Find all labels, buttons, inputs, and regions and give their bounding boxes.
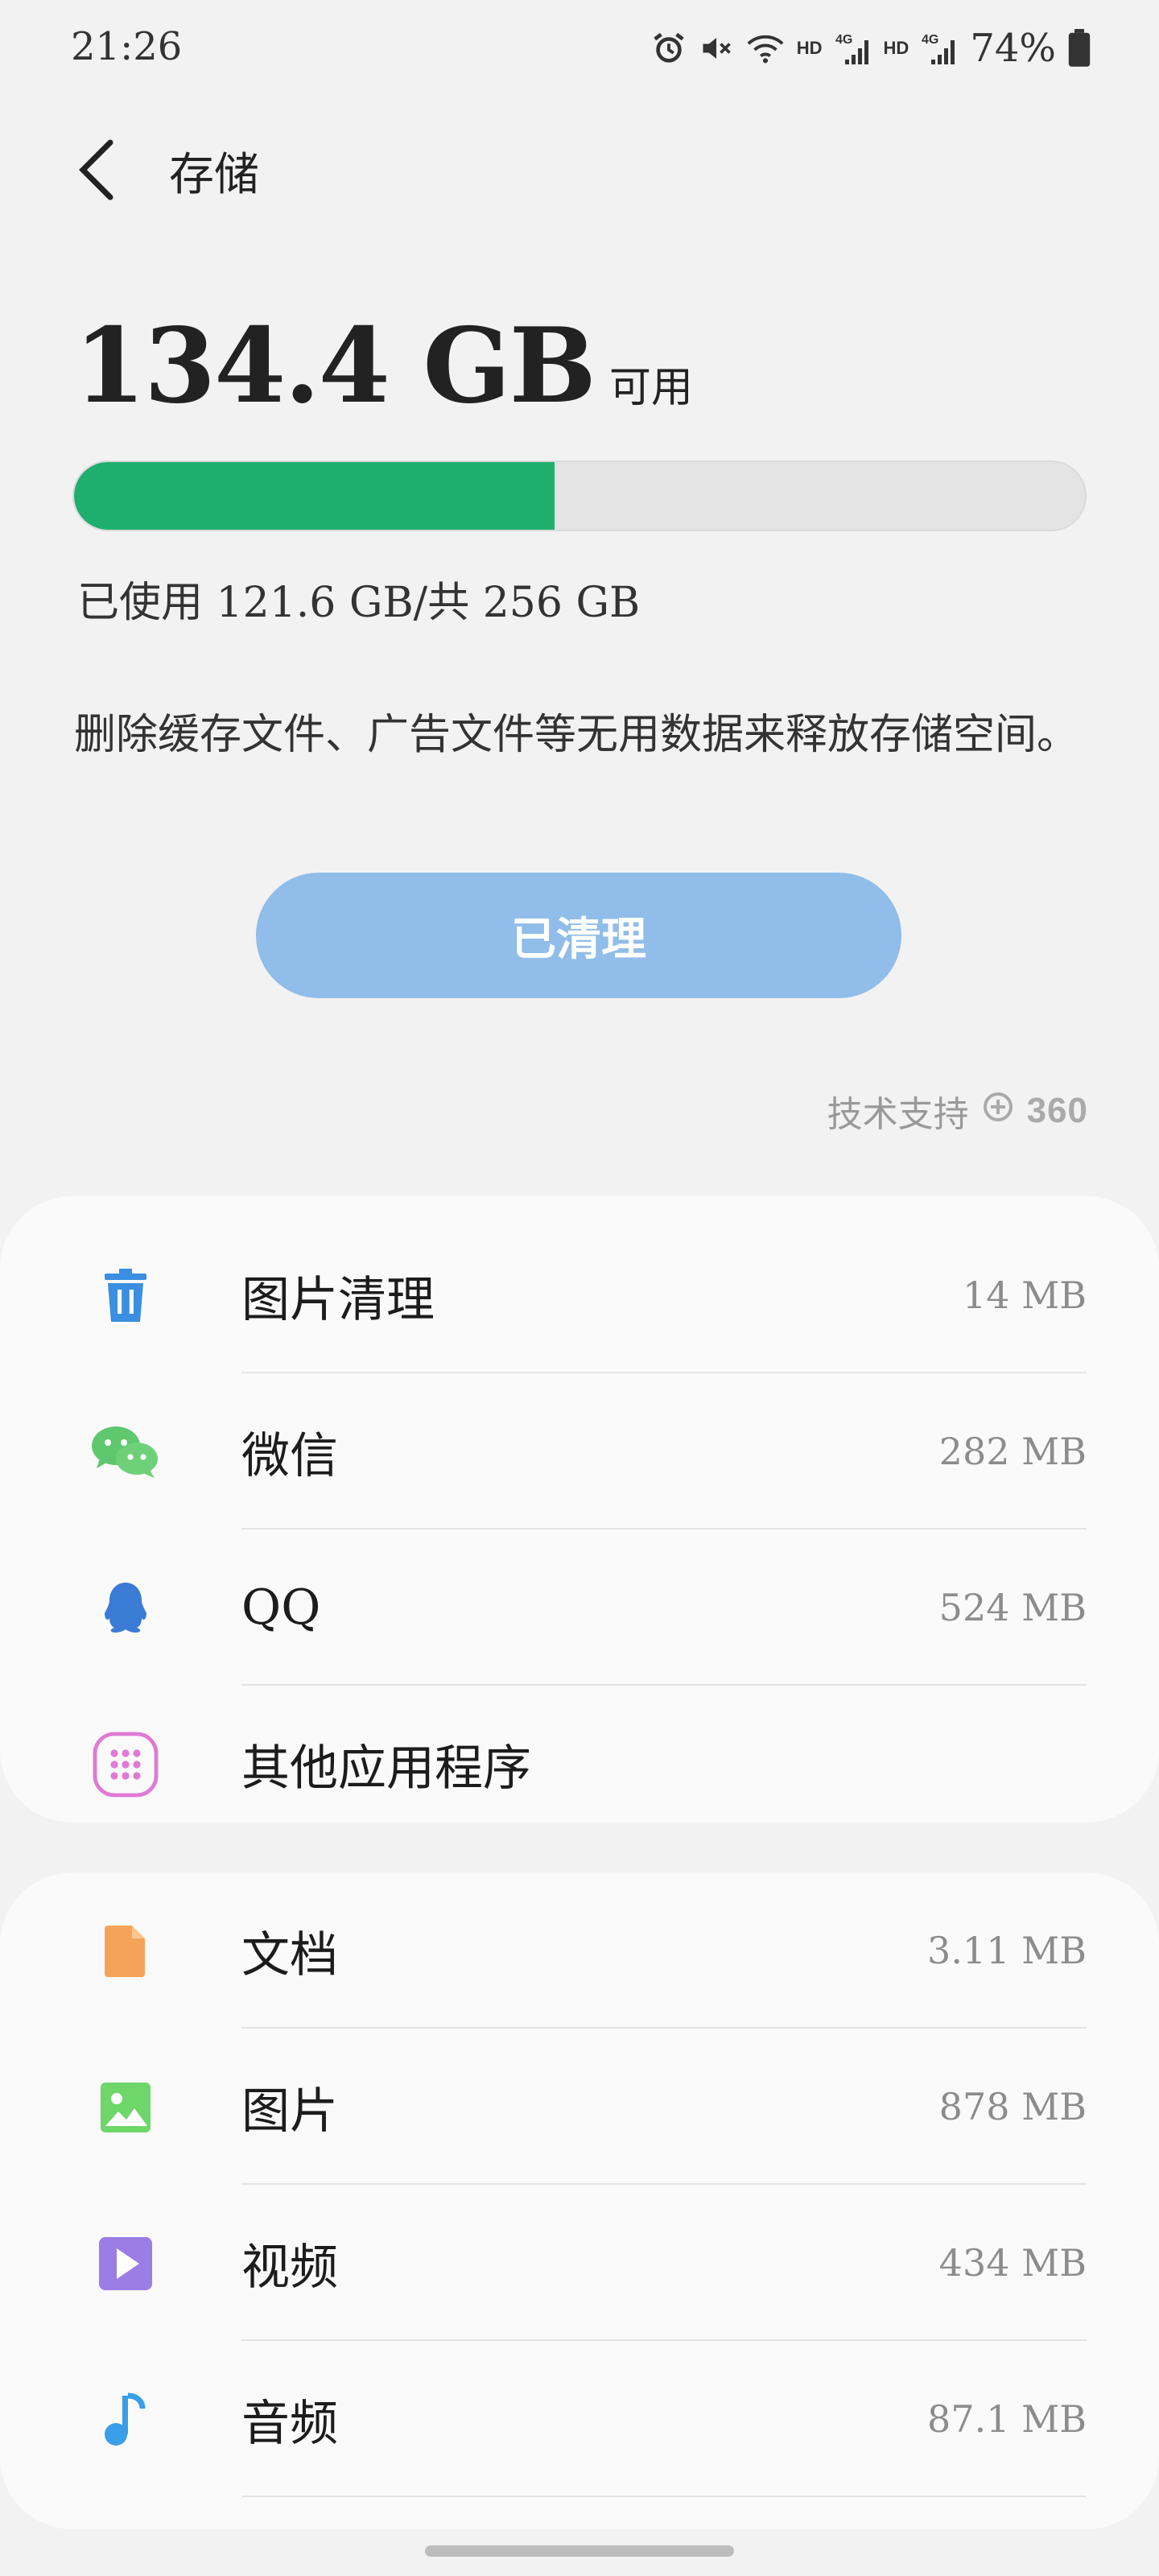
list-item-size: 878 MB <box>938 2085 1087 2128</box>
qq-penguin-icon <box>87 1575 164 1642</box>
list-item-qq[interactable]: QQ 524 MB <box>0 1530 1159 1686</box>
list-item-size: 87.1 MB <box>927 2397 1087 2441</box>
home-indicator[interactable] <box>425 2545 734 2557</box>
list-item-documents[interactable]: 文档 3.11 MB <box>0 1872 1159 2029</box>
available-storage: 134.4 GB 可用 <box>74 306 693 427</box>
list-item-size: 3.11 MB <box>927 1929 1087 1972</box>
support-label: 技术支持 <box>827 1094 969 1135</box>
page-title: 存储 <box>169 149 259 201</box>
header: 存储 <box>0 113 1159 225</box>
music-note-icon <box>87 2386 164 2454</box>
usage-text: 已使用 121.6 GB/共 256 GB <box>77 579 641 627</box>
tech-support: 技术支持 360 <box>827 1085 1088 1137</box>
apps-grid-icon <box>87 1731 164 1798</box>
status-bar: 21:26 HD 4G HD 4G 74% <box>0 0 1159 97</box>
network-type-2: 4G <box>922 33 938 47</box>
hd-label-1: HD <box>796 38 823 58</box>
list-item-size: 14 MB <box>962 1274 1087 1317</box>
list-item-label: 图片 <box>241 2083 338 2140</box>
list-item-size: 524 MB <box>938 1586 1087 1629</box>
wifi-icon <box>745 31 786 66</box>
status-icons: HD 4G HD 4G 74% <box>650 24 1091 72</box>
hd-label-2: HD <box>883 38 909 58</box>
document-icon <box>87 1918 164 1985</box>
divider <box>241 2496 1087 2497</box>
available-value: 134.4 GB <box>74 306 596 427</box>
list-item-audio[interactable]: 音频 87.1 MB <box>0 2341 1159 2497</box>
image-icon <box>87 2074 164 2141</box>
network-type-1: 4G <box>835 33 852 47</box>
list-item-label: 微信 <box>241 1427 338 1484</box>
chevron-left-icon <box>79 139 113 200</box>
apps-card: 图片清理 14 MB 微信 282 MB QQ 524 MB 其他应用程序 <box>0 1196 1159 1823</box>
list-item-photo-clean[interactable]: 图片清理 14 MB <box>0 1217 1159 1373</box>
signal-icon: 4G <box>920 29 959 68</box>
alarm-icon <box>650 30 687 67</box>
battery-icon <box>1067 29 1091 68</box>
plus-circle-icon <box>982 1091 1014 1132</box>
mute-icon <box>699 31 734 66</box>
signal-icon: 4G <box>834 29 872 68</box>
support-brand: 360 <box>1026 1091 1088 1130</box>
list-item-wechat[interactable]: 微信 282 MB <box>0 1373 1159 1530</box>
list-item-other-apps[interactable]: 其他应用程序 <box>0 1686 1159 1842</box>
list-item-size: 282 MB <box>938 1430 1087 1473</box>
list-item-label: QQ <box>241 1579 321 1636</box>
clean-button[interactable]: 已清理 <box>256 873 901 998</box>
battery-percent: 74% <box>970 26 1056 71</box>
video-play-icon <box>87 2230 164 2297</box>
storage-progress-bar <box>72 460 1087 531</box>
description-text: 删除缓存文件、广告文件等无用数据来释放存储空间。 <box>74 711 1079 759</box>
list-item-label: 文档 <box>241 1926 338 1984</box>
back-button[interactable] <box>64 134 129 206</box>
list-item-size: 434 MB <box>938 2241 1087 2285</box>
available-label: 可用 <box>608 364 693 412</box>
list-item-images[interactable]: 图片 878 MB <box>0 2029 1159 2185</box>
list-item-label: 图片清理 <box>241 1271 435 1328</box>
list-item-label: 视频 <box>241 2239 338 2296</box>
trash-icon <box>87 1262 164 1330</box>
list-item-videos[interactable]: 视频 434 MB <box>0 2185 1159 2341</box>
storage-progress-fill <box>74 462 555 530</box>
status-time: 21:26 <box>71 24 183 69</box>
list-item-label: 其他应用程序 <box>241 1740 531 1797</box>
files-card: 文档 3.11 MB 图片 878 MB 视频 434 MB 音频 87.1 M… <box>0 1872 1159 2529</box>
wechat-icon <box>87 1418 164 1486</box>
list-item-label: 音频 <box>241 2395 338 2452</box>
